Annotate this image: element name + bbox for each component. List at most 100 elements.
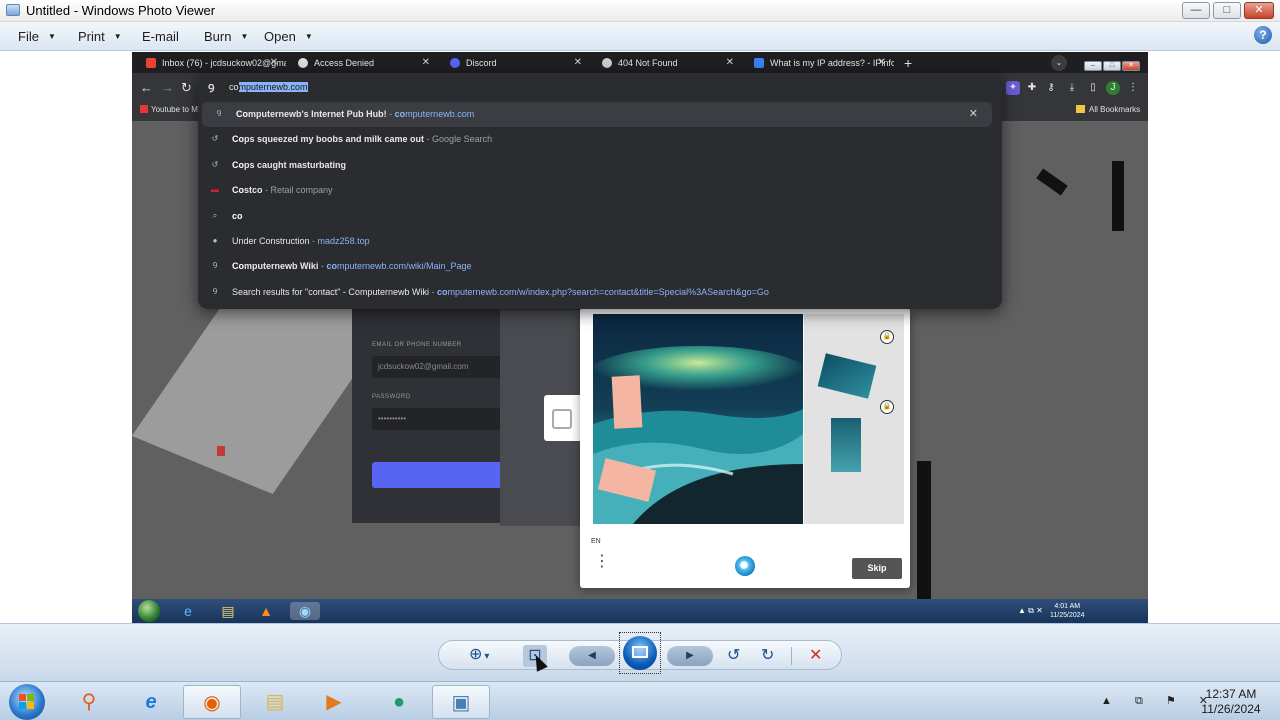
detail-match: co [436, 286, 448, 297]
detail-match: co [326, 261, 337, 272]
previous-button[interactable]: ◀ [569, 646, 615, 666]
menu-file[interactable]: File ▼ [18, 29, 56, 44]
maximize-button[interactable]: □ [1213, 2, 1241, 19]
address-input[interactable]: computernewb.com [229, 82, 308, 92]
bookmark-youtube-to-mp3[interactable]: Youtube to M [140, 105, 198, 114]
zoom-button[interactable]: ⊕ ▾ [469, 644, 489, 664]
omnibox-suggestion[interactable]: Ꝯ Computernewb's Internet Pub Hub! - comp… [202, 102, 992, 127]
profile-avatar[interactable]: J [1106, 81, 1120, 95]
lock-icon: 🔒 [880, 400, 894, 414]
chevron-down-icon: ▼ [47, 32, 56, 41]
discord-icon [450, 58, 460, 68]
page-icon [298, 58, 308, 68]
inner-maximize-button[interactable]: □ [1103, 61, 1121, 71]
delete-button[interactable]: ✕ [809, 645, 822, 665]
inner-chrome-icon[interactable]: ◉ [290, 602, 320, 620]
inner-start-button[interactable] [138, 600, 160, 622]
suggestion-text: Computernewb Wiki - computernewb.com/wik… [232, 261, 472, 271]
inner-ie-icon[interactable]: e [176, 602, 200, 620]
inner-folder-icon[interactable]: ▤ [216, 602, 240, 620]
forward-icon[interactable]: → [161, 80, 174, 95]
inner-close-button[interactable]: ✕ [1122, 61, 1140, 71]
browser-tab-gmail[interactable]: Inbox (76) - jcdsuckow02@gma ✕ [136, 54, 286, 73]
browser-tab-access-denied[interactable]: Access Denied ✕ [288, 54, 438, 73]
download-icon[interactable]: ⤓ [1065, 81, 1079, 95]
menu-burn-label: Burn [204, 29, 232, 44]
suggestion-detail: computernewb.com/w/index.php?search=cont… [437, 287, 769, 297]
history-icon: ↺ [211, 134, 219, 144]
omnibox-suggestion[interactable]: ▬ Costco - Retail company [198, 178, 1002, 203]
captcha-puzzle-image[interactable] [593, 314, 803, 524]
search-icon[interactable]: ⚲ [60, 685, 118, 719]
next-button[interactable]: ▶ [667, 646, 713, 666]
extensions-puzzle-icon[interactable]: ✚ [1025, 81, 1039, 95]
media-player-icon[interactable]: ▶ [305, 685, 363, 719]
extension-icon[interactable]: ✦ [1006, 81, 1020, 95]
side-panel-icon[interactable]: ▯ [1086, 81, 1100, 95]
tab-close-icon[interactable]: ✕ [422, 57, 430, 68]
chat-app-icon[interactable]: ● [370, 685, 428, 719]
file-explorer-icon[interactable]: ▤ [246, 685, 304, 719]
globe-icon: ● [212, 236, 218, 245]
kebab-menu-icon[interactable]: ⋮ [1126, 81, 1140, 95]
tab-close-icon[interactable]: ✕ [878, 57, 886, 68]
password-key-icon[interactable]: ⚷ [1044, 81, 1058, 95]
new-tab-button[interactable]: + [904, 55, 912, 71]
chevron-down-icon: ▾ [484, 651, 490, 662]
firefox-icon[interactable]: ◉ [183, 685, 241, 719]
tab-close-icon[interactable]: ✕ [726, 57, 734, 68]
captcha-menu-icon[interactable]: ⋮ [594, 554, 610, 570]
menu-print[interactable]: Print ▼ [78, 29, 122, 44]
internet-explorer-icon[interactable]: e [122, 685, 180, 719]
computernewb-icon: Ꝯ [212, 261, 218, 271]
menu-burn[interactable]: Burn ▼ [204, 29, 248, 44]
menu-email[interactable]: E-mail [142, 29, 179, 44]
chevron-down-icon: ▼ [113, 32, 122, 41]
skip-button[interactable]: Skip [852, 558, 902, 579]
suggestion-title: stco [244, 185, 263, 196]
inner-vlc-icon[interactable]: ▲ [254, 602, 278, 620]
inner-minimize-button[interactable]: – [1084, 61, 1102, 71]
photo-viewer-taskbar-icon[interactable]: ▣ [432, 685, 490, 719]
omnibox-suggestion[interactable]: Ꝯ Search results for "contact" - Computer… [198, 280, 1002, 305]
menu-file-label: File [18, 29, 39, 44]
aurora-seascape-image [593, 314, 803, 524]
browser-tab-ipinfo[interactable]: What is my IP address? - IPinfo ✕ [744, 54, 894, 73]
language-selector[interactable]: EN [591, 538, 601, 545]
slideshow-icon [623, 636, 657, 670]
omnibox-suggestion[interactable]: ⌕ co [198, 204, 1002, 229]
help-icon[interactable]: ? [1254, 26, 1272, 44]
omnibox-suggestion[interactable]: ● Under Construction - madz258.top [198, 229, 1002, 254]
tab-search-icon[interactable]: ⌄ [1051, 55, 1067, 71]
slideshow-button[interactable] [619, 632, 661, 674]
reload-icon[interactable]: ↻ [181, 80, 192, 96]
rotate-counterclockwise-button[interactable]: ↺ [727, 645, 740, 665]
back-icon[interactable]: ← [140, 80, 153, 95]
omnibox-suggestion[interactable]: ↺ Cops squeezed my boobs and milk came ou… [198, 127, 1002, 152]
bookmark-icon [140, 105, 148, 113]
menu-open[interactable]: Open ▼ [264, 29, 313, 44]
tab-close-icon[interactable]: ✕ [574, 57, 582, 68]
browser-tab-404[interactable]: 404 Not Found ✕ [592, 54, 742, 73]
captcha-checkbox[interactable] [552, 409, 572, 429]
puzzle-piece[interactable] [817, 353, 877, 399]
puzzle-piece[interactable] [831, 418, 861, 472]
address-bar[interactable]: Ꝯ computernewb.com [198, 73, 1002, 103]
tab-close-icon[interactable]: ✕ [270, 57, 278, 68]
captcha-piece-panel [804, 314, 904, 524]
remove-suggestion-icon[interactable]: ✕ [969, 107, 978, 120]
rotate-clockwise-button[interactable]: ↻ [761, 645, 774, 665]
omnibox-suggestion[interactable]: ↺ Cops caught masturbating [198, 153, 1002, 178]
clock[interactable]: 12:37 AM 11/26/2024 [1196, 687, 1266, 717]
omnibox-suggestion[interactable]: Ꝯ Computernewb Wiki - computernewb.com/wi… [198, 254, 1002, 279]
inner-window-controls: – □ ✕ [1084, 54, 1144, 71]
captcha-checkbox-widget [544, 395, 584, 441]
all-bookmarks[interactable]: All Bookmarks [1076, 105, 1140, 114]
start-button[interactable] [9, 684, 45, 720]
minimize-button[interactable]: — [1182, 2, 1210, 19]
close-button[interactable]: ✕ [1244, 2, 1274, 19]
browser-tab-strip: Inbox (76) - jcdsuckow02@gma ✕ Access De… [132, 52, 1148, 73]
chevron-down-icon: ▼ [240, 32, 249, 41]
suggestion-title: mputernewb's Internet Pub Hub! [248, 109, 387, 119]
browser-tab-discord[interactable]: Discord ✕ [440, 54, 590, 73]
